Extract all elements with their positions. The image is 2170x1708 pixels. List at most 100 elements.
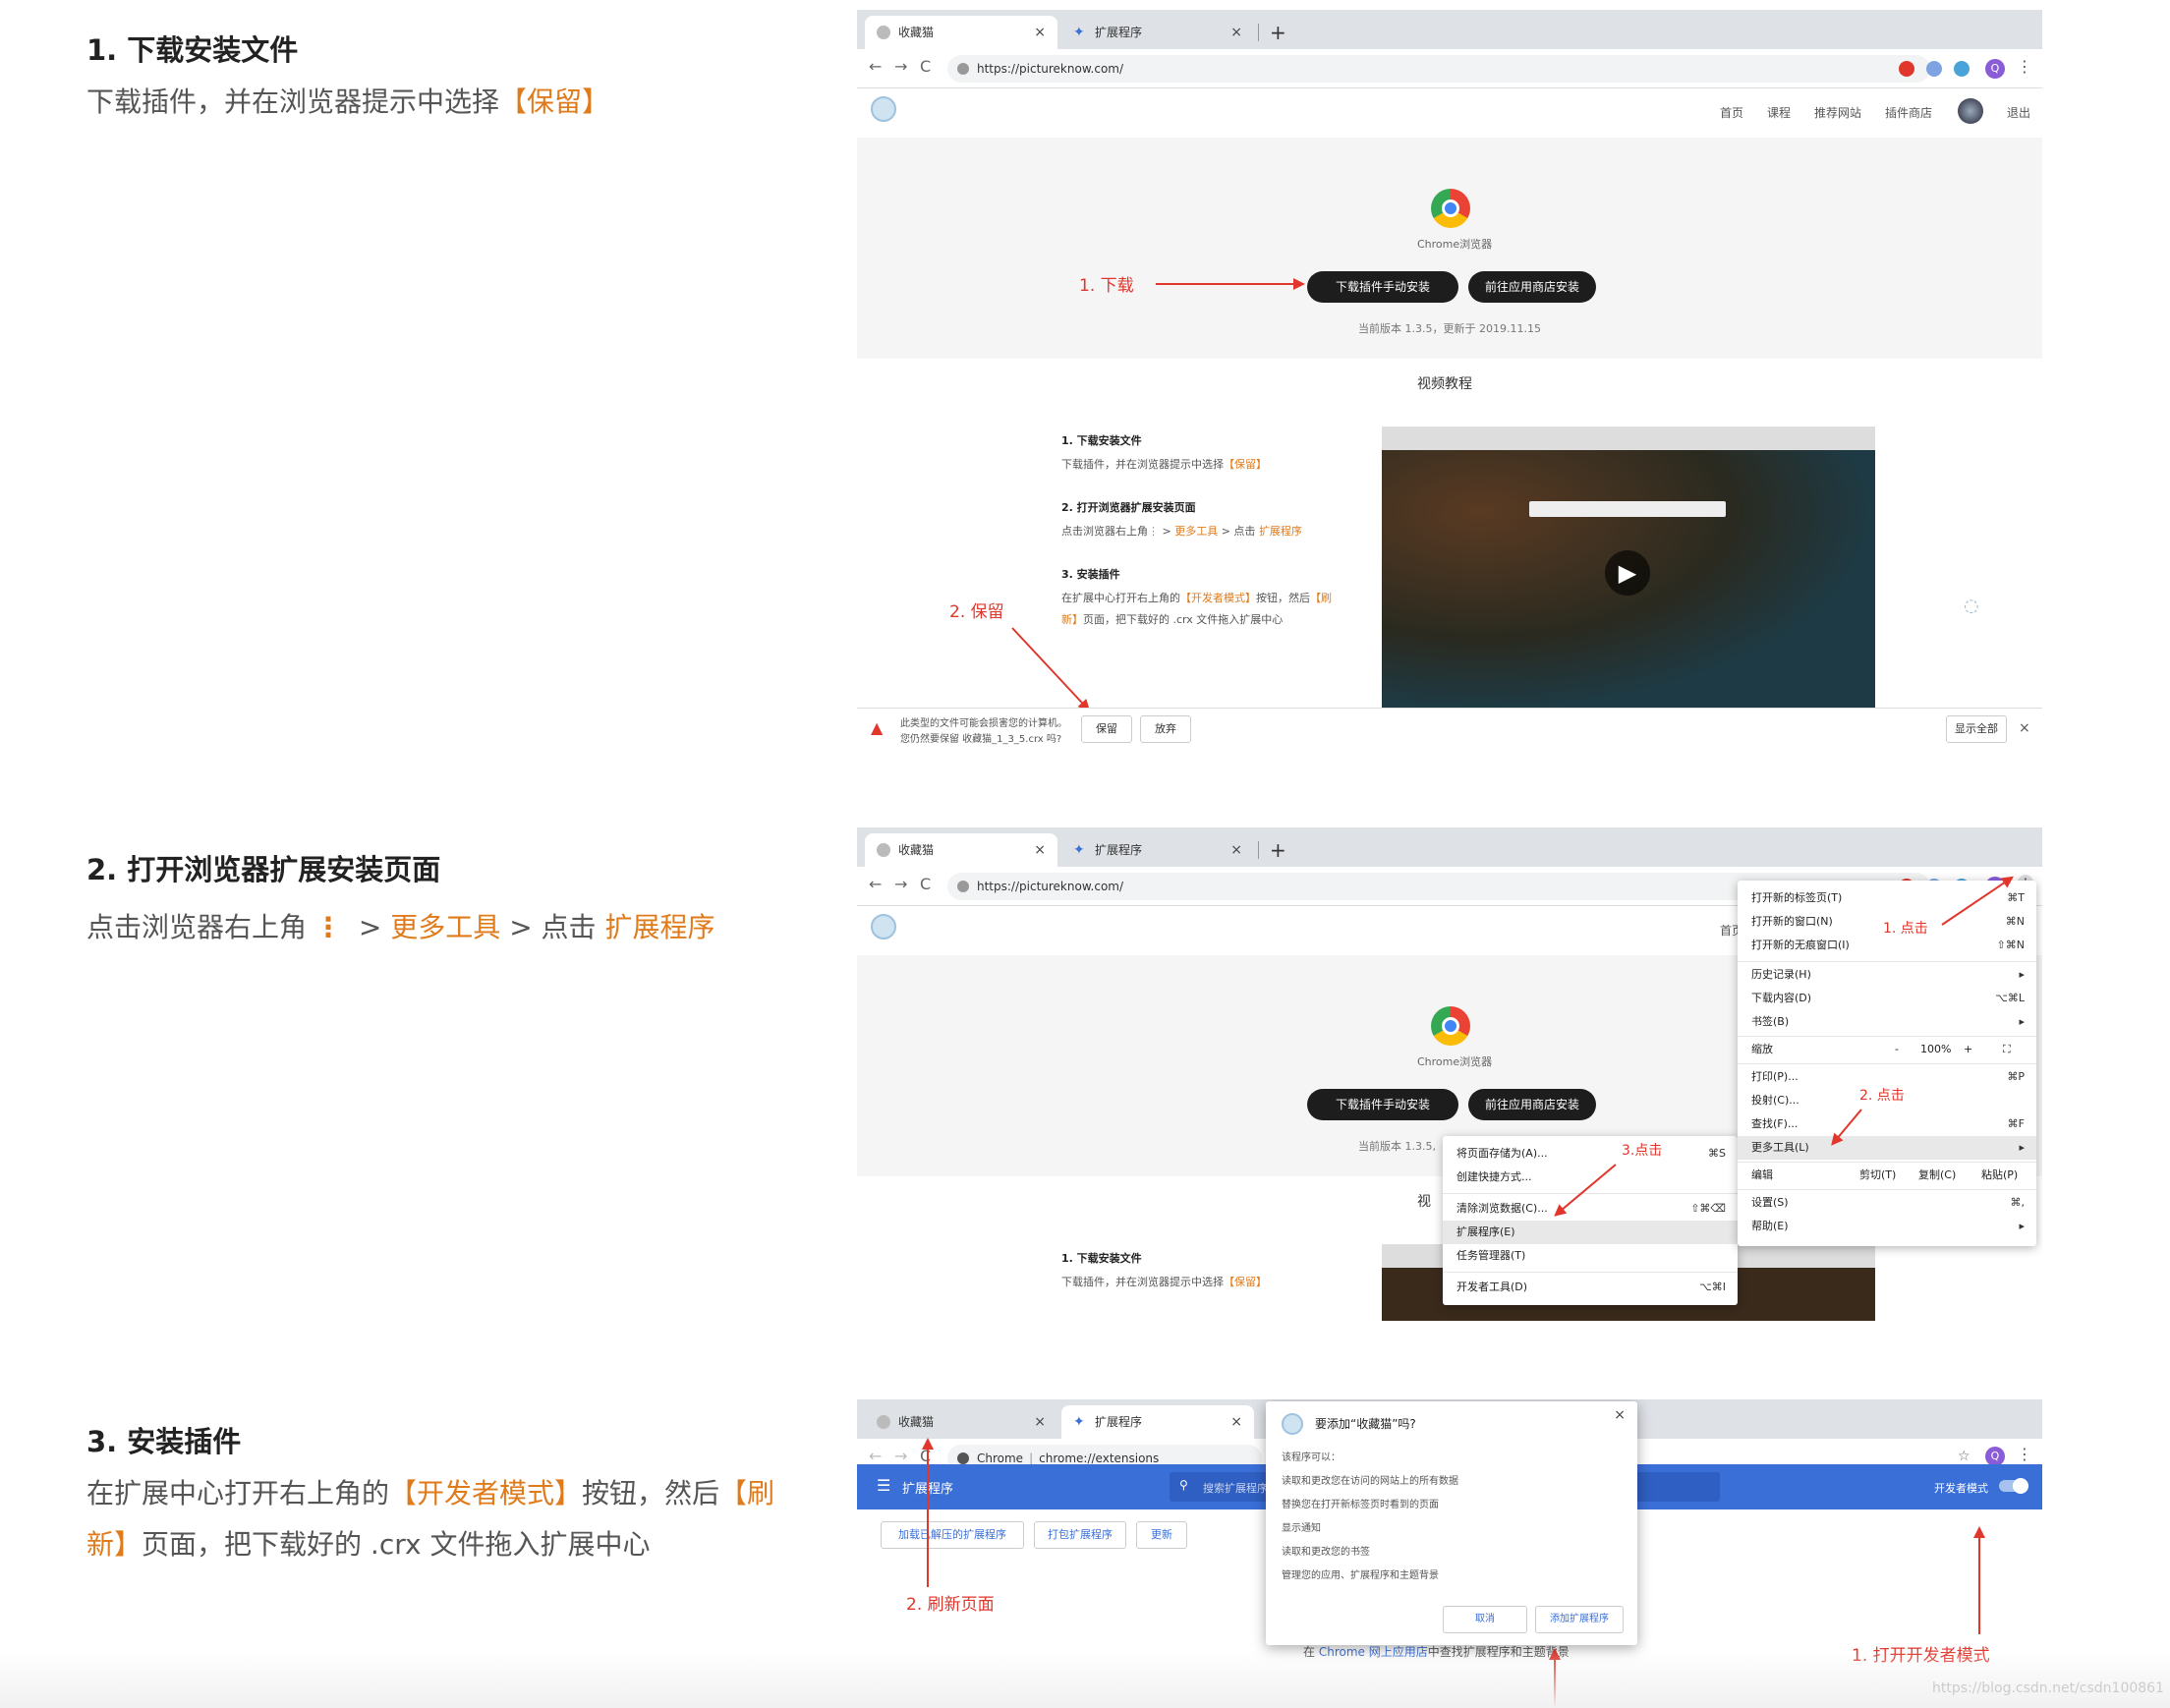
- tab-extensions[interactable]: ✦ 扩展程序 ×: [1061, 16, 1254, 49]
- submenu-clear-data[interactable]: 清除浏览数据(C)... ⇧⌘⌫: [1443, 1197, 1738, 1221]
- mini-step2-desc: 点击浏览器右上角⋮ > 更多工具 > 点击 扩展程序: [1061, 523, 1302, 539]
- menu-shortcut: ⇧⌘N: [1996, 939, 2025, 951]
- tab-shoucangmao[interactable]: 收藏猫 ×: [865, 16, 1057, 49]
- tab-shoucangmao[interactable]: 收藏猫 ×: [865, 1405, 1057, 1439]
- watermark: https://blog.csdn.net/csdn100861: [1932, 1680, 2164, 1696]
- mini-text: 页面，把下载好的 .crx 文件拖入扩展中心: [1083, 613, 1284, 626]
- step3-dev-mode: 【开发者模式】: [389, 1477, 583, 1509]
- submenu-extensions[interactable]: 扩展程序(E): [1443, 1221, 1738, 1244]
- nav-logout[interactable]: 退出: [2007, 104, 2030, 121]
- search-placeholder: 搜索扩展程序: [1203, 1482, 1268, 1495]
- tab-extensions[interactable]: ✦ 扩展程序 ×: [1061, 1405, 1254, 1439]
- nav-recommended[interactable]: 推荐网站: [1814, 104, 1861, 121]
- reload-icon[interactable]: C: [920, 875, 931, 893]
- back-icon[interactable]: ←: [869, 57, 882, 76]
- tab-close-icon[interactable]: ×: [1034, 1405, 1046, 1439]
- user-avatar[interactable]: [1958, 98, 1983, 124]
- dialog-close-icon[interactable]: ×: [1614, 1407, 1626, 1423]
- forward-icon[interactable]: →: [894, 875, 907, 893]
- tab-close-icon[interactable]: ×: [1230, 16, 1242, 49]
- nav-home[interactable]: 首页: [1720, 104, 1743, 121]
- back-icon[interactable]: ←: [869, 875, 882, 893]
- close-download-bar-icon[interactable]: ×: [2019, 720, 2030, 736]
- submenu-task-manager[interactable]: 任务管理器(T): [1443, 1244, 1738, 1268]
- search-icon: ⚲: [1179, 1478, 1188, 1492]
- tab-close-icon[interactable]: ×: [1230, 833, 1242, 867]
- puzzle-icon: ✦: [1073, 25, 1085, 40]
- back-icon[interactable]: ←: [869, 1447, 882, 1465]
- profile-avatar[interactable]: Q: [1985, 1447, 2005, 1466]
- paste-button[interactable]: 粘贴(P): [1981, 1164, 2018, 1187]
- video-player[interactable]: ▶: [1382, 427, 1875, 712]
- submenu-devtools[interactable]: 开发者工具(D) ⌥⌘I: [1443, 1276, 1738, 1299]
- extension-feather-icon[interactable]: [1926, 61, 1942, 77]
- download-manual-button[interactable]: 下载插件手动安装: [1307, 271, 1458, 303]
- dialog-cancel-button[interactable]: 取消: [1443, 1606, 1527, 1633]
- shoucangmao-logo-icon[interactable]: [871, 914, 896, 939]
- update-button[interactable]: 更新: [1136, 1521, 1187, 1549]
- load-unpacked-button[interactable]: 加载已解压的扩展程序: [881, 1521, 1024, 1549]
- video-browser-chrome: [1382, 427, 1875, 450]
- tab-close-icon[interactable]: ×: [1034, 16, 1046, 49]
- store-install-button[interactable]: 前往应用商店安装: [1468, 271, 1596, 303]
- hamburger-menu-icon[interactable]: ☰: [877, 1476, 890, 1495]
- dialog-add-extension-button[interactable]: 添加扩展程序: [1535, 1606, 1624, 1633]
- keep-button[interactable]: 保留: [1081, 715, 1132, 743]
- cut-button[interactable]: 剪切(T): [1859, 1164, 1896, 1187]
- forward-icon[interactable]: →: [894, 57, 907, 76]
- shoucangmao-logo-icon[interactable]: [871, 96, 896, 122]
- show-all-button[interactable]: 显示全部: [1946, 715, 2007, 743]
- dialog-title: 要添加“收藏猫”吗?: [1315, 1417, 1416, 1431]
- chrome-menu-icon[interactable]: ⋮: [2017, 1445, 2032, 1463]
- menu-divider: [1738, 1189, 2036, 1190]
- mini-text: 按钮，然后: [1256, 592, 1310, 604]
- url-text: chrome://extensions: [1039, 1452, 1160, 1465]
- step3-text: 按钮，然后: [582, 1477, 720, 1509]
- bookmark-star-icon[interactable]: ☆: [1958, 1449, 1970, 1464]
- zoom-out-button[interactable]: -: [1895, 1038, 1899, 1061]
- chrome-menu-icon[interactable]: ⋮: [2017, 57, 2032, 76]
- dev-mode-toggle[interactable]: [1999, 1478, 2028, 1494]
- reload-icon[interactable]: C: [920, 57, 931, 76]
- menu-find[interactable]: 查找(F)... ⌘F: [1738, 1112, 2036, 1136]
- menu-settings[interactable]: 设置(S) ⌘,: [1738, 1191, 2036, 1215]
- new-tab-icon[interactable]: +: [1270, 16, 1286, 49]
- download-manual-button[interactable]: 下载插件手动安装: [1307, 1089, 1458, 1120]
- mini-hl: 新】: [1061, 613, 1083, 626]
- menu-label: 创建快捷方式...: [1456, 1170, 1532, 1183]
- play-icon[interactable]: ▶: [1605, 550, 1650, 596]
- submenu-save-page[interactable]: 将页面存储为(A)... ⌘S: [1443, 1142, 1738, 1166]
- fullscreen-icon[interactable]: ⛶: [2003, 1038, 2011, 1061]
- menu-downloads[interactable]: 下载内容(D) ⌥⌘L: [1738, 987, 2036, 1010]
- puzzle-icon: ✦: [1073, 1414, 1085, 1430]
- step2-title: 2. 打开浏览器扩展安装页面: [86, 853, 441, 886]
- profile-avatar[interactable]: Q: [1985, 59, 2005, 79]
- menu-more-tools[interactable]: 更多工具(L) ▸: [1738, 1136, 2036, 1160]
- tab-shoucangmao[interactable]: 收藏猫 ×: [865, 833, 1057, 867]
- menu-history[interactable]: 历史记录(H) ▸: [1738, 963, 2036, 987]
- annotation-click3: 3.点击: [1622, 1143, 1663, 1159]
- nav-plugin-store[interactable]: 插件商店: [1885, 104, 1932, 121]
- wechat-icon[interactable]: ◌: [1964, 596, 1979, 616]
- zoom-in-button[interactable]: +: [1964, 1038, 1972, 1061]
- menu-shortcut: ⌘F: [2007, 1117, 2025, 1130]
- tab-close-icon[interactable]: ×: [1230, 1405, 1242, 1439]
- tab-close-icon[interactable]: ×: [1034, 833, 1046, 867]
- extension-circle-icon[interactable]: [1954, 61, 1970, 77]
- menu-divider: [1738, 1063, 2036, 1064]
- tab-extensions[interactable]: ✦ 扩展程序 ×: [1061, 833, 1254, 867]
- discard-button[interactable]: 放弃: [1140, 715, 1191, 743]
- url-input[interactable]: https://pictureknow.com/: [947, 55, 1930, 83]
- store-install-button[interactable]: 前往应用商店安装: [1468, 1089, 1596, 1120]
- mini-text: 在扩展中心打开右上角的: [1061, 592, 1180, 604]
- menu-label: 打印(P)...: [1751, 1070, 1799, 1083]
- nav-courses[interactable]: 课程: [1767, 104, 1791, 121]
- menu-help[interactable]: 帮助(E) ▸: [1738, 1215, 2036, 1238]
- copy-button[interactable]: 复制(C): [1918, 1164, 1956, 1187]
- forward-icon[interactable]: →: [894, 1447, 907, 1465]
- new-tab-icon[interactable]: +: [1270, 833, 1286, 867]
- pack-extension-button[interactable]: 打包扩展程序: [1034, 1521, 1126, 1549]
- menu-bookmarks[interactable]: 书签(B) ▸: [1738, 1010, 2036, 1034]
- extension-opera-icon[interactable]: [1899, 61, 1914, 77]
- menu-label: 缩放: [1751, 1043, 1773, 1055]
